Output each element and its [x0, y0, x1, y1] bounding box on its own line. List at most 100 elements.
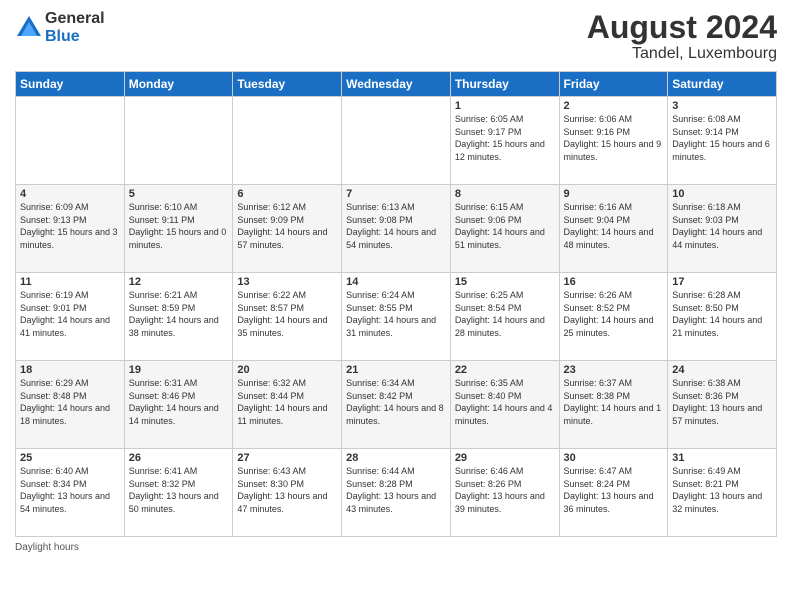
day-cell-26: 23 Sunrise: 6:37 AMSunset: 8:38 PMDaylig…: [559, 361, 668, 449]
day-number: 17: [672, 276, 772, 288]
day-info: Sunrise: 6:41 AMSunset: 8:32 PMDaylight:…: [129, 465, 229, 515]
day-info: Sunrise: 6:13 AMSunset: 9:08 PMDaylight:…: [346, 201, 446, 251]
col-saturday: Saturday: [668, 72, 777, 97]
month-year: August 2024: [587, 10, 777, 45]
day-info: Sunrise: 6:22 AMSunset: 8:57 PMDaylight:…: [237, 289, 337, 339]
day-number: 16: [564, 276, 664, 288]
day-info: Sunrise: 6:29 AMSunset: 8:48 PMDaylight:…: [20, 377, 120, 427]
day-cell-14: 11 Sunrise: 6:19 AMSunset: 9:01 PMDaylig…: [16, 273, 125, 361]
header: General Blue August 2024 Tandel, Luxembo…: [15, 10, 777, 63]
day-number: 12: [129, 276, 229, 288]
day-cell-31: 28 Sunrise: 6:44 AMSunset: 8:28 PMDaylig…: [342, 449, 451, 537]
day-number: 6: [237, 188, 337, 200]
day-number: 30: [564, 452, 664, 464]
day-info: Sunrise: 6:25 AMSunset: 8:54 PMDaylight:…: [455, 289, 555, 339]
day-cell-10: 7 Sunrise: 6:13 AMSunset: 9:08 PMDayligh…: [342, 185, 451, 273]
day-number: 11: [20, 276, 120, 288]
day-cell-7: 4 Sunrise: 6:09 AMSunset: 9:13 PMDayligh…: [16, 185, 125, 273]
day-info: Sunrise: 6:10 AMSunset: 9:11 PMDaylight:…: [129, 201, 229, 251]
day-info: Sunrise: 6:15 AMSunset: 9:06 PMDaylight:…: [455, 201, 555, 251]
logo-icon: [15, 14, 43, 42]
day-cell-13: 10 Sunrise: 6:18 AMSunset: 9:03 PMDaylig…: [668, 185, 777, 273]
day-cell-32: 29 Sunrise: 6:46 AMSunset: 8:26 PMDaylig…: [450, 449, 559, 537]
page: General Blue August 2024 Tandel, Luxembo…: [0, 0, 792, 612]
day-number: 21: [346, 364, 446, 376]
col-friday: Friday: [559, 72, 668, 97]
day-number: 31: [672, 452, 772, 464]
day-number: 7: [346, 188, 446, 200]
day-number: 3: [672, 100, 772, 112]
week-row-3: 11 Sunrise: 6:19 AMSunset: 9:01 PMDaylig…: [16, 273, 777, 361]
day-number: 24: [672, 364, 772, 376]
location: Tandel, Luxembourg: [587, 45, 777, 63]
day-cell-20: 17 Sunrise: 6:28 AMSunset: 8:50 PMDaylig…: [668, 273, 777, 361]
calendar-header-row: Sunday Monday Tuesday Wednesday Thursday…: [16, 72, 777, 97]
day-cell-3: [342, 97, 451, 185]
day-number: 1: [455, 100, 555, 112]
col-thursday: Thursday: [450, 72, 559, 97]
col-monday: Monday: [124, 72, 233, 97]
day-number: 13: [237, 276, 337, 288]
day-info: Sunrise: 6:21 AMSunset: 8:59 PMDaylight:…: [129, 289, 229, 339]
day-cell-4: 1 Sunrise: 6:05 AMSunset: 9:17 PMDayligh…: [450, 97, 559, 185]
day-cell-34: 31 Sunrise: 6:49 AMSunset: 8:21 PMDaylig…: [668, 449, 777, 537]
day-number: 9: [564, 188, 664, 200]
day-cell-19: 16 Sunrise: 6:26 AMSunset: 8:52 PMDaylig…: [559, 273, 668, 361]
day-cell-33: 30 Sunrise: 6:47 AMSunset: 8:24 PMDaylig…: [559, 449, 668, 537]
week-row-4: 18 Sunrise: 6:29 AMSunset: 8:48 PMDaylig…: [16, 361, 777, 449]
day-number: 25: [20, 452, 120, 464]
day-cell-12: 9 Sunrise: 6:16 AMSunset: 9:04 PMDayligh…: [559, 185, 668, 273]
day-cell-1: [124, 97, 233, 185]
day-info: Sunrise: 6:34 AMSunset: 8:42 PMDaylight:…: [346, 377, 446, 427]
calendar-table: Sunday Monday Tuesday Wednesday Thursday…: [15, 71, 777, 537]
day-number: 19: [129, 364, 229, 376]
day-info: Sunrise: 6:09 AMSunset: 9:13 PMDaylight:…: [20, 201, 120, 251]
day-cell-5: 2 Sunrise: 6:06 AMSunset: 9:16 PMDayligh…: [559, 97, 668, 185]
week-row-1: 1 Sunrise: 6:05 AMSunset: 9:17 PMDayligh…: [16, 97, 777, 185]
footer: Daylight hours: [15, 542, 777, 553]
day-number: 22: [455, 364, 555, 376]
day-info: Sunrise: 6:18 AMSunset: 9:03 PMDaylight:…: [672, 201, 772, 251]
day-number: 26: [129, 452, 229, 464]
day-info: Sunrise: 6:38 AMSunset: 8:36 PMDaylight:…: [672, 377, 772, 427]
day-cell-9: 6 Sunrise: 6:12 AMSunset: 9:09 PMDayligh…: [233, 185, 342, 273]
day-number: 20: [237, 364, 337, 376]
day-cell-23: 20 Sunrise: 6:32 AMSunset: 8:44 PMDaylig…: [233, 361, 342, 449]
day-cell-2: [233, 97, 342, 185]
day-info: Sunrise: 6:43 AMSunset: 8:30 PMDaylight:…: [237, 465, 337, 515]
day-info: Sunrise: 6:40 AMSunset: 8:34 PMDaylight:…: [20, 465, 120, 515]
day-info: Sunrise: 6:06 AMSunset: 9:16 PMDaylight:…: [564, 113, 664, 163]
day-cell-28: 25 Sunrise: 6:40 AMSunset: 8:34 PMDaylig…: [16, 449, 125, 537]
day-info: Sunrise: 6:46 AMSunset: 8:26 PMDaylight:…: [455, 465, 555, 515]
day-info: Sunrise: 6:31 AMSunset: 8:46 PMDaylight:…: [129, 377, 229, 427]
day-info: Sunrise: 6:37 AMSunset: 8:38 PMDaylight:…: [564, 377, 664, 427]
col-tuesday: Tuesday: [233, 72, 342, 97]
day-number: 18: [20, 364, 120, 376]
day-cell-30: 27 Sunrise: 6:43 AMSunset: 8:30 PMDaylig…: [233, 449, 342, 537]
col-wednesday: Wednesday: [342, 72, 451, 97]
day-cell-22: 19 Sunrise: 6:31 AMSunset: 8:46 PMDaylig…: [124, 361, 233, 449]
logo-text: General Blue: [45, 10, 105, 45]
day-info: Sunrise: 6:28 AMSunset: 8:50 PMDaylight:…: [672, 289, 772, 339]
day-info: Sunrise: 6:05 AMSunset: 9:17 PMDaylight:…: [455, 113, 555, 163]
day-number: 5: [129, 188, 229, 200]
day-number: 4: [20, 188, 120, 200]
day-cell-16: 13 Sunrise: 6:22 AMSunset: 8:57 PMDaylig…: [233, 273, 342, 361]
day-number: 29: [455, 452, 555, 464]
day-info: Sunrise: 6:24 AMSunset: 8:55 PMDaylight:…: [346, 289, 446, 339]
week-row-2: 4 Sunrise: 6:09 AMSunset: 9:13 PMDayligh…: [16, 185, 777, 273]
logo-blue-text: Blue: [45, 28, 80, 45]
title-block: August 2024 Tandel, Luxembourg: [587, 10, 777, 63]
col-sunday: Sunday: [16, 72, 125, 97]
day-number: 10: [672, 188, 772, 200]
day-cell-25: 22 Sunrise: 6:35 AMSunset: 8:40 PMDaylig…: [450, 361, 559, 449]
logo-general-text: General: [45, 10, 105, 27]
day-cell-0: [16, 97, 125, 185]
day-cell-27: 24 Sunrise: 6:38 AMSunset: 8:36 PMDaylig…: [668, 361, 777, 449]
day-number: 8: [455, 188, 555, 200]
day-number: 15: [455, 276, 555, 288]
footer-label: Daylight hours: [15, 542, 79, 553]
day-cell-18: 15 Sunrise: 6:25 AMSunset: 8:54 PMDaylig…: [450, 273, 559, 361]
day-number: 28: [346, 452, 446, 464]
day-cell-24: 21 Sunrise: 6:34 AMSunset: 8:42 PMDaylig…: [342, 361, 451, 449]
